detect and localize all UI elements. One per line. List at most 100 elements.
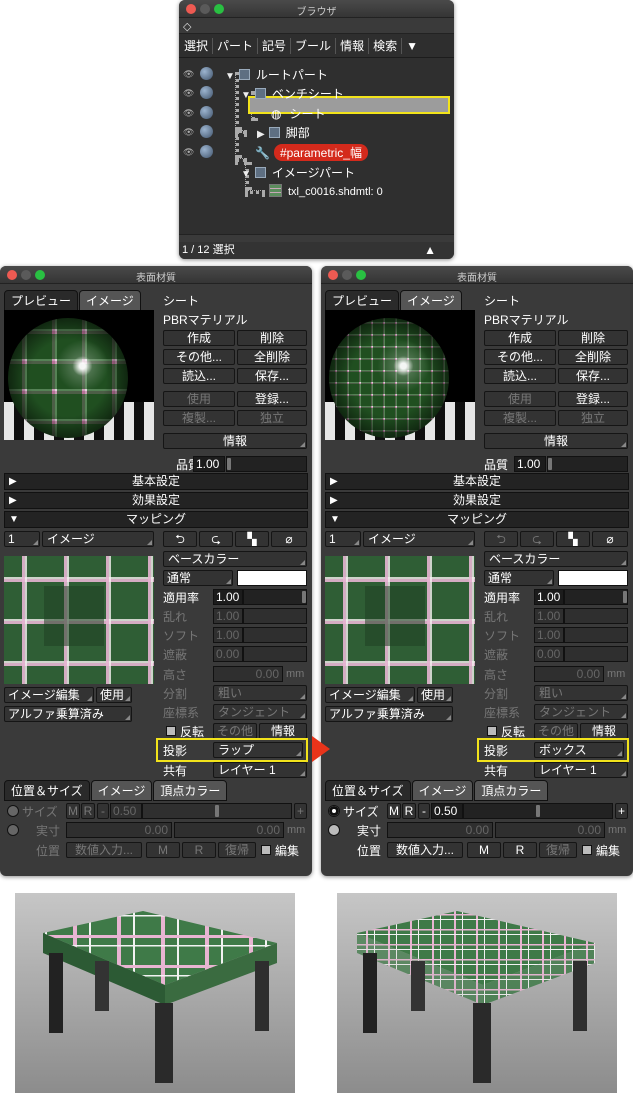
tree-row-texture[interactable]: txl_c0016.shdmtl: 0 (179, 182, 454, 201)
numeric-input-button[interactable]: 数値入力... (387, 842, 463, 858)
tab-bottom-image[interactable]: イメージ (90, 780, 153, 801)
delete-button[interactable]: 削除 (237, 330, 307, 346)
split-select[interactable]: 粗い (213, 685, 307, 701)
section-mapping[interactable]: ▼ マッピング (4, 511, 308, 528)
use-button[interactable]: 使用 (163, 391, 235, 407)
other-options-button[interactable]: その他 (534, 723, 578, 739)
occlude-field[interactable]: 0.00 (534, 646, 564, 662)
layer-select[interactable]: レイヤー 1 (213, 762, 307, 778)
tab-position-size[interactable]: 位置＆サイズ (325, 780, 411, 801)
copy-icon[interactable]: ▚ (556, 531, 590, 547)
register-button[interactable]: 登録... (558, 391, 628, 407)
shading-ball-icon[interactable] (200, 145, 213, 158)
save-button[interactable]: 保存... (237, 368, 307, 384)
invert-checkbox[interactable] (166, 726, 176, 736)
copy-icon[interactable]: ▚ (235, 531, 269, 547)
tab-vertex-color[interactable]: 頂点カラー (153, 780, 228, 801)
slider-knob[interactable] (227, 458, 231, 470)
shading-ball-icon[interactable] (200, 106, 213, 119)
plus-button[interactable]: + (294, 803, 307, 819)
actual-field-1[interactable]: 0.00 (66, 822, 172, 838)
alpha-select[interactable]: アルファ乗算済み (4, 706, 132, 722)
soft-slider[interactable] (564, 627, 628, 643)
use-button[interactable]: 使用 (484, 391, 556, 407)
clear-icon[interactable]: ⌀ (592, 531, 628, 547)
position-r-button[interactable]: R (182, 842, 216, 858)
quality-slider[interactable] (226, 456, 307, 472)
soft-field[interactable]: 1.00 (213, 627, 243, 643)
invert-checkbox[interactable] (487, 726, 497, 736)
tab-vertex-color[interactable]: 頂点カラー (474, 780, 549, 801)
noise-field[interactable]: 1.00 (213, 608, 243, 624)
eye-icon[interactable]: 👁 (183, 147, 194, 158)
create-button[interactable]: 作成 (163, 330, 235, 346)
independent-button[interactable]: 独立 (558, 410, 628, 426)
expand-arrow-icon[interactable]: ▼ (241, 169, 251, 180)
minus-button[interactable]: - (97, 803, 109, 819)
noise-slider[interactable] (564, 608, 628, 624)
mapping-info-button[interactable]: 情報 (580, 723, 628, 739)
mapping-image-thumbnail[interactable] (4, 556, 154, 684)
menu-expand-icon[interactable]: ▼ (406, 39, 418, 53)
actual-field-2[interactable]: 0.00 (495, 822, 605, 838)
use-select[interactable]: 使用 (96, 687, 132, 703)
eye-icon[interactable]: 👁 (183, 127, 194, 138)
section-effect[interactable]: ▶ 効果設定 (325, 492, 629, 509)
blend-mode-select[interactable]: 通常 (484, 570, 554, 586)
use-select[interactable]: 使用 (417, 687, 453, 703)
apply-field[interactable]: 1.00 (213, 589, 243, 605)
material-preview[interactable] (4, 310, 154, 440)
other-button[interactable]: その他... (484, 349, 556, 365)
expand-arrow-icon[interactable]: ▼ (241, 90, 251, 101)
rotate-right-icon[interactable]: ⮎ (199, 531, 233, 547)
slider-knob[interactable] (536, 805, 540, 817)
section-effect[interactable]: ▶ 効果設定 (4, 492, 308, 509)
slider-knob[interactable] (215, 805, 219, 817)
coord-select[interactable]: タンジェント (213, 704, 307, 720)
tab-position-size[interactable]: 位置＆サイズ (4, 780, 90, 801)
rotate-left-icon[interactable]: ⮌ (484, 531, 518, 547)
info-button[interactable]: 情報 (163, 433, 307, 449)
size-radio[interactable] (7, 805, 19, 817)
mapping-info-button[interactable]: 情報 (259, 723, 307, 739)
m-button[interactable]: M (387, 803, 401, 819)
menu-boolean[interactable]: ブール (291, 37, 337, 54)
position-m-button[interactable]: M (467, 842, 501, 858)
info-button[interactable]: 情報 (484, 433, 628, 449)
size-field[interactable]: 0.50 (110, 803, 142, 819)
apply-slider[interactable] (564, 589, 628, 605)
up-arrow-icon[interactable]: ▲ (424, 242, 436, 259)
mapping-index-select[interactable]: 1 (325, 531, 361, 547)
r-button[interactable]: R (81, 803, 95, 819)
minus-button[interactable]: - (418, 803, 430, 819)
menu-part[interactable]: パート (213, 37, 259, 54)
reset-button[interactable]: 復帰 (539, 842, 577, 858)
independent-button[interactable]: 独立 (237, 410, 307, 426)
diamond-icon[interactable]: ◇ (183, 20, 191, 33)
mapping-type-select[interactable]: イメージ (363, 531, 475, 547)
shading-ball-icon[interactable] (200, 67, 213, 80)
apply-field[interactable]: 1.00 (534, 589, 564, 605)
expand-arrow-icon[interactable]: ▼ (225, 71, 235, 82)
delete-all-button[interactable]: 全削除 (237, 349, 307, 365)
occlude-slider[interactable] (564, 646, 628, 662)
eye-icon[interactable]: 👁 (183, 69, 194, 80)
image-edit-select[interactable]: イメージ編集 (4, 687, 94, 703)
m-button[interactable]: M (66, 803, 80, 819)
tab-image[interactable]: イメージ (79, 290, 141, 311)
collapse-arrow-icon[interactable]: ▶ (257, 129, 265, 140)
section-basic[interactable]: ▶ 基本設定 (325, 473, 629, 490)
base-color-select[interactable]: ベースカラー (484, 551, 628, 567)
delete-all-button[interactable]: 全削除 (558, 349, 628, 365)
size-slider[interactable] (463, 803, 613, 819)
rotate-right-icon[interactable]: ⮎ (520, 531, 554, 547)
tree-row-bench[interactable]: 👁 ▼ ベンチシート (179, 83, 454, 102)
tab-preview[interactable]: プレビュー (325, 290, 400, 311)
actual-radio[interactable] (328, 824, 340, 836)
slider-knob[interactable] (548, 458, 552, 470)
tree-row-param[interactable]: 👁 🔧 #parametric_幅 (179, 142, 454, 161)
menu-select[interactable]: 選択 (179, 37, 214, 54)
actual-radio[interactable] (7, 824, 19, 836)
create-button[interactable]: 作成 (484, 330, 556, 346)
coord-select[interactable]: タンジェント (534, 704, 628, 720)
